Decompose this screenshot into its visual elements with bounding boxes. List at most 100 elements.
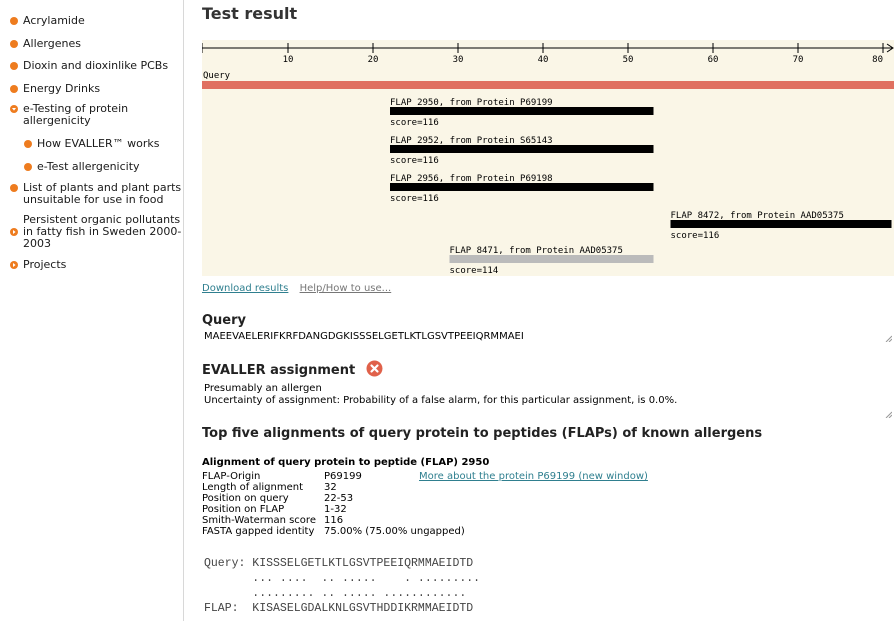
alignment-flap-line: FLAP: KISASELGDALKNLGSVTHDDIKRMMAEIDTD <box>204 602 474 615</box>
alignment-heading: Alignment of query protein to peptide (F… <box>202 457 490 468</box>
ruler-tick-label: 30 <box>453 55 464 65</box>
sequence-alignment: Query: KISSSELGETLKTLGSVTPEEIQRMMAEIDTD … <box>204 556 480 616</box>
query-track-bar <box>202 81 894 89</box>
flap-track-label: FLAP 8472, from Protein AAD05375 <box>671 211 844 221</box>
sidebar-nav: Acrylamide Allergenes Dioxin and dioxinl… <box>0 0 184 621</box>
top-five-heading: Top five alignments of query protein to … <box>202 426 763 441</box>
ruler-tick-label: 70 <box>793 55 804 65</box>
ruler-tick-label: 80 <box>872 55 883 65</box>
sidebar-item-label: How EVALLER™ works <box>37 137 160 150</box>
query-sequence: MAEEVAELERIFKRFDANGDGKISSSELGETLKTLGSVTP… <box>204 331 524 342</box>
flap-track-bar <box>670 220 892 228</box>
sidebar-item-label: Dioxin and dioxinlike PCBs <box>23 59 169 72</box>
sidebar-item-dioxin[interactable]: Dioxin and dioxinlike PCBs <box>10 60 188 72</box>
sidebar-item-label: Allergenes <box>23 37 81 50</box>
bullet-icon <box>10 62 18 70</box>
detail-value: 116 <box>324 515 344 526</box>
sidebar-item-label: e-Testing of protein allergenicity <box>23 102 129 127</box>
detail-key: FASTA gapped identity <box>202 526 315 537</box>
sidebar-item-plants-list[interactable]: List of plants and plant parts unsuitabl… <box>10 182 188 206</box>
sidebar-item-label: Persistent organic pollutants in fatty f… <box>23 213 182 250</box>
assignment-heading-label: EVALLER assignment <box>202 363 356 378</box>
detail-key: Position on FLAP <box>202 504 285 515</box>
detail-value: 32 <box>324 482 337 493</box>
alignment-match-line: ......... .. ..... ............ <box>204 587 467 600</box>
bullet-icon <box>10 85 18 93</box>
more-about-protein-link[interactable]: More about the protein P69199 (new windo… <box>419 471 648 482</box>
result-links: Download results Help/How to use... <box>202 283 399 294</box>
detail-value: 22-53 <box>324 493 354 504</box>
ruler-tick-label: 60 <box>708 55 719 65</box>
alignment-query-line: Query: KISSSELGETLKTLGSVTPEEIQRMMAEIDTD <box>204 557 474 570</box>
page-title: Test result <box>202 4 298 23</box>
flap-track-bar <box>449 255 654 263</box>
flap-track-label: FLAP 2952, from Protein S65143 <box>390 136 553 146</box>
flap-score-label: score=116 <box>390 156 439 166</box>
sidebar-item-acrylamide[interactable]: Acrylamide <box>10 15 188 27</box>
bullet-icon <box>10 184 18 192</box>
assignment-uncertainty: Uncertainty of assignment: Probability o… <box>204 395 678 406</box>
assignment-verdict: Presumably an allergen <box>204 383 322 394</box>
resize-grip-icon[interactable] <box>885 411 892 418</box>
collapsed-arrow-icon <box>10 261 18 269</box>
help-link[interactable]: Help/How to use... <box>300 283 392 294</box>
alignment-track-svg: 10 20 30 40 50 60 70 80 Query FLAP 2950, from Pro… <box>202 43 894 276</box>
table-row: Length of alignment 32 <box>202 482 648 493</box>
alignment-track-panel: 10 20 30 40 50 60 70 80 Query FLAP 2950, from Pro… <box>202 40 894 276</box>
detail-key: Position on query <box>202 493 289 504</box>
bullet-icon <box>24 163 32 171</box>
ruler-tick-label: 10 <box>283 55 294 65</box>
ruler-tick-label: 20 <box>368 55 379 65</box>
flap-score-label: score=116 <box>390 194 439 204</box>
sidebar-item-how-evaller-works[interactable]: How EVALLER™ works <box>24 138 187 150</box>
collapsed-arrow-icon <box>10 228 18 236</box>
sidebar-item-energy-drinks[interactable]: Energy Drinks <box>10 83 188 95</box>
flap-track-bar <box>390 145 654 153</box>
query-track-label: Query <box>203 71 231 81</box>
sidebar-item-label: Energy Drinks <box>23 82 101 95</box>
flap-track-label: FLAP 2956, from Protein P69198 <box>390 174 553 184</box>
assignment-result-field[interactable]: Presumably an allergen Uncertainty of as… <box>202 383 894 423</box>
flap-track-label: FLAP 2950, from Protein P69199 <box>390 98 553 108</box>
bullet-icon <box>10 17 18 25</box>
sidebar-item-e-testing[interactable]: e-Testing of protein allergenicity <box>10 103 188 127</box>
flap-score-label: score=116 <box>390 118 439 128</box>
sidebar-item-persistent-pollutants[interactable]: Persistent organic pollutants in fatty f… <box>10 214 188 250</box>
table-row: FLAP-Origin P69199 More about the protei… <box>202 471 648 482</box>
flap-track-label: FLAP 8471, from Protein AAD05375 <box>450 246 623 256</box>
detail-value: 75.00% (75.00% ungapped) <box>324 526 465 537</box>
flap-track-bar <box>390 107 654 115</box>
sidebar-item-label: e-Test allergenicity <box>37 160 140 173</box>
flap-track-bar <box>390 183 654 191</box>
detail-key: FLAP-Origin <box>202 471 261 482</box>
table-row: FASTA gapped identity 75.00% (75.00% ung… <box>202 526 648 537</box>
sidebar-item-label: Acrylamide <box>23 14 85 27</box>
detail-key: Length of alignment <box>202 482 304 493</box>
detail-key: Smith-Waterman score <box>202 515 316 526</box>
ruler-tick-label: 50 <box>623 55 634 65</box>
detail-value: P69199 <box>324 471 362 482</box>
sidebar-item-projects[interactable]: Projects <box>10 259 188 271</box>
ruler-tick-label: 40 <box>538 55 549 65</box>
table-row: Smith-Waterman score 116 <box>202 515 648 526</box>
assignment-heading: EVALLER assignment <box>202 360 383 378</box>
sidebar-item-e-test-allergenicity[interactable]: e-Test allergenicity <box>24 161 187 173</box>
flap-score-label: score=114 <box>450 266 499 276</box>
alignment-details-table: FLAP-Origin P69199 More about the protei… <box>202 471 648 537</box>
flap-score-label: score=116 <box>671 231 720 241</box>
detail-value: 1-32 <box>324 504 347 515</box>
alignment-match-line: ... .... .. ..... . ......... <box>204 572 481 585</box>
query-heading: Query <box>202 313 247 328</box>
sidebar-item-label: Projects <box>23 258 67 271</box>
table-row: Position on FLAP 1-32 <box>202 504 648 515</box>
bullet-icon <box>24 140 32 148</box>
resize-grip-icon[interactable] <box>885 335 892 342</box>
table-row: Position on query 22-53 <box>202 493 648 504</box>
sidebar-item-allergenes[interactable]: Allergenes <box>10 38 188 50</box>
bullet-icon <box>10 40 18 48</box>
allergen-x-icon <box>366 360 383 377</box>
query-sequence-field[interactable]: MAEEVAELERIFKRFDANGDGKISSSELGETLKTLGSVTP… <box>202 331 894 347</box>
expanded-arrow-icon <box>10 105 18 113</box>
download-results-link[interactable]: Download results <box>202 283 288 294</box>
sidebar-item-label: List of plants and plant parts unsuitabl… <box>23 181 182 206</box>
